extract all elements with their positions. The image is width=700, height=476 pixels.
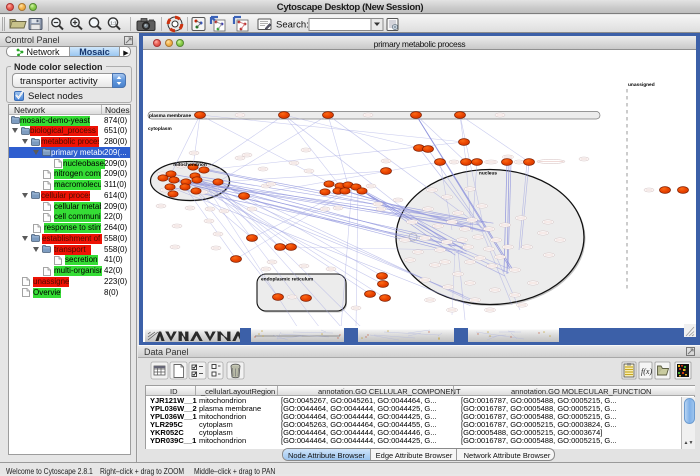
svg-text:endoplasmic reticulum: endoplasmic reticulum bbox=[261, 277, 313, 283]
svg-text:1:1: 1:1 bbox=[110, 21, 117, 26]
svg-text:nucleus: nucleus bbox=[479, 171, 497, 177]
svg-text:mitochondrion: mitochondrion bbox=[173, 162, 207, 168]
svg-text:plasma membrane: plasma membrane bbox=[149, 113, 191, 119]
svg-text:cytoplasm: cytoplasm bbox=[148, 126, 172, 132]
svg-text:unassigned: unassigned bbox=[628, 82, 655, 88]
svg-text:f(x): f(x) bbox=[641, 367, 652, 376]
svg-text:Search:: Search: bbox=[276, 20, 309, 31]
